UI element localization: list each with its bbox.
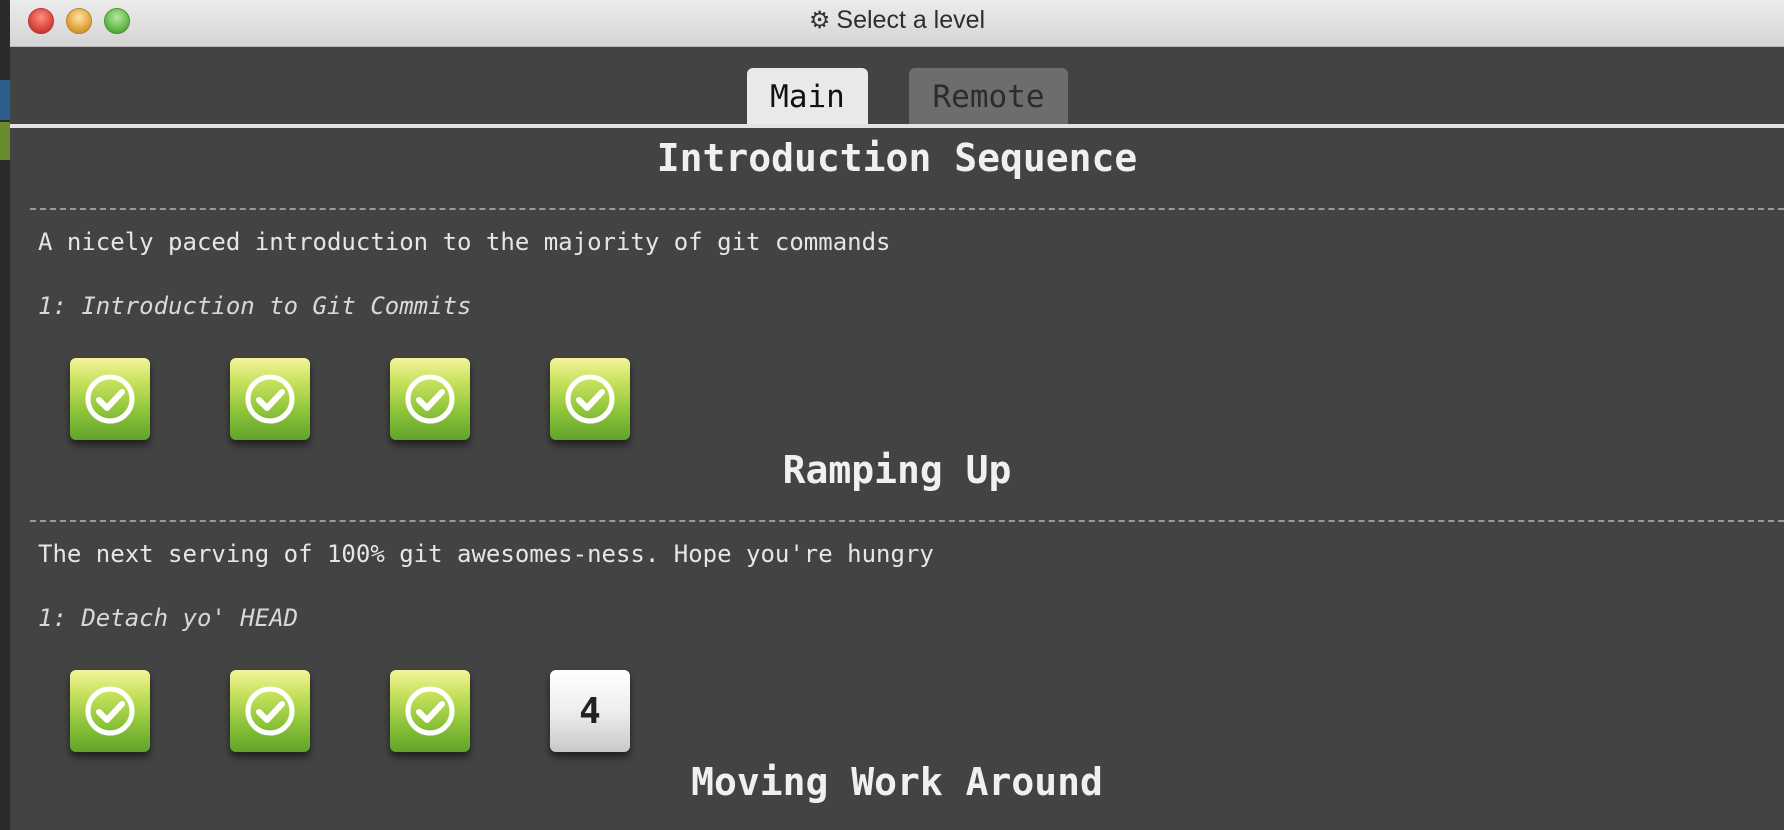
sequence-description: A nicely paced introduction to the major…	[38, 228, 891, 256]
level-button-2[interactable]	[230, 358, 310, 440]
level-button-3[interactable]	[390, 358, 470, 440]
tab-remote[interactable]: Remote	[909, 68, 1068, 125]
gear-icon: ⚙	[808, 6, 831, 34]
section-divider	[30, 208, 1784, 210]
background-app-strip	[0, 0, 10, 830]
window-title: ⚙ Select a level	[10, 0, 1784, 40]
sequence-title-introduction: Introduction Sequence	[656, 136, 1138, 180]
sequence-title-ramping-up: Ramping Up	[782, 448, 1012, 492]
level-button-1[interactable]	[70, 670, 150, 752]
level-button-4[interactable]: 4	[550, 670, 630, 752]
section-divider	[30, 520, 1784, 522]
current-level-name: 1: Introduction to Git Commits	[38, 292, 472, 320]
level-select-window: ⚙ Select a level Main Remote Introductio…	[10, 0, 1784, 830]
level-button-4[interactable]	[550, 358, 630, 440]
check-circle-icon	[82, 683, 138, 739]
window-title-text: Select a level	[836, 5, 986, 34]
check-circle-icon	[242, 683, 298, 739]
check-circle-icon	[562, 371, 618, 427]
sequence-description: The next serving of 100% git awesomes-ne…	[38, 540, 934, 568]
check-circle-icon	[82, 371, 138, 427]
current-level-name: 1: Detach yo' HEAD	[38, 604, 299, 632]
level-button-1[interactable]	[70, 358, 150, 440]
level-button-3[interactable]	[390, 670, 470, 752]
level-button-2[interactable]	[230, 670, 310, 752]
check-circle-icon	[402, 371, 458, 427]
tab-bar: Main Remote	[10, 47, 1784, 127]
title-bar: ⚙ Select a level	[10, 0, 1784, 47]
tab-main[interactable]: Main	[747, 68, 868, 125]
check-circle-icon	[402, 683, 458, 739]
sequence-title-moving-work-around: Moving Work Around	[691, 760, 1103, 804]
check-circle-icon	[242, 371, 298, 427]
level-list[interactable]: Introduction Sequence A nicely paced int…	[10, 128, 1784, 830]
